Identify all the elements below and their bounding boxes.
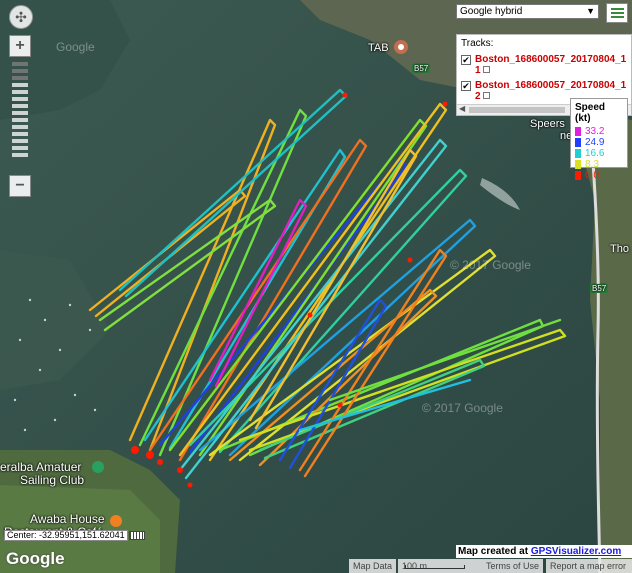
zoom-out-button[interactable]: − xyxy=(9,175,31,197)
external-link-icon[interactable] xyxy=(482,66,490,73)
map-type-value: Google hybrid xyxy=(460,6,523,17)
legend-swatch xyxy=(575,127,581,136)
road-shield-b57-right: B57 xyxy=(590,284,609,293)
legend-label: 16.6 xyxy=(585,148,605,159)
map-type-select[interactable]: Google hybrid ▼ xyxy=(456,4,599,19)
scroll-left-icon[interactable]: ◀ xyxy=(459,104,465,113)
pan-control[interactable]: ✣ xyxy=(9,5,33,29)
map-data-link[interactable]: Map Data xyxy=(349,559,397,573)
external-link-icon[interactable] xyxy=(482,92,490,99)
legend-label: 0.0 xyxy=(585,170,599,181)
map-label-speers: Speers xyxy=(530,118,565,130)
gpsvisualizer-link[interactable]: GPSVisualizer.com xyxy=(531,546,621,557)
map-label-tho: Tho xyxy=(610,243,629,255)
legend-swatch xyxy=(575,149,581,158)
track-checkbox[interactable]: ✔ xyxy=(461,81,471,91)
map-label-tab: TAB xyxy=(368,42,389,54)
menu-button[interactable] xyxy=(606,3,628,23)
track-suffix: 2 xyxy=(475,91,481,102)
track-checkbox[interactable]: ✔ xyxy=(461,55,471,65)
zoom-slider[interactable] xyxy=(12,62,28,172)
track-name[interactable]: Boston_168600057_20170804_1 xyxy=(475,80,631,91)
zoom-in-button[interactable]: + xyxy=(9,35,31,57)
center-coordinates: Center: -32.95951,151.62041 xyxy=(4,530,128,541)
map-canvas[interactable]: TAB B57 B57 Speers ne Esp Tho eralba Ama… xyxy=(0,0,632,573)
copyright-watermark-2: © 2017 Google xyxy=(422,401,503,415)
legend-swatch xyxy=(575,171,581,180)
map-label-sailing-club-1: eralba Amatuer xyxy=(0,460,82,474)
scrollbar-thumb[interactable] xyxy=(469,107,565,113)
tracks-title: Tracks: xyxy=(461,38,494,49)
legend-label: 8.3 xyxy=(585,159,599,170)
track-item[interactable]: ✔ Boston_168600057_20170804_1 1 xyxy=(457,54,631,78)
created-by: Map created at GPSVisualizer.com xyxy=(456,545,632,558)
scale-bar xyxy=(405,565,465,569)
speed-legend: Speed (kt) 33.2 24.9 16.6 8.3 0.0 xyxy=(570,98,628,181)
compass-pan-icon: ✣ xyxy=(15,8,27,25)
legend-swatch xyxy=(575,160,581,169)
terms-link[interactable]: Terms of Use xyxy=(482,559,544,573)
legend-entry: 0.0 xyxy=(575,170,623,181)
road-shield-b57: B57 xyxy=(412,64,431,73)
legend-entry: 8.3 xyxy=(575,159,623,170)
legend-swatch xyxy=(575,138,581,147)
track-suffix: 1 xyxy=(475,65,481,76)
track-name[interactable]: Boston_168600057_20170804_1 xyxy=(475,54,631,65)
ruler-icon[interactable] xyxy=(129,531,145,540)
report-error-link[interactable]: Report a map error xyxy=(546,559,632,573)
legend-entry: 24.9 xyxy=(575,137,623,148)
legend-label: 33.2 xyxy=(585,126,605,137)
hamburger-menu-icon xyxy=(610,8,624,10)
legend-label: 24.9 xyxy=(585,137,605,148)
legend-title: Speed (kt) xyxy=(575,102,606,124)
google-logo: Google xyxy=(6,549,65,568)
map-label-awaba-1: Awaba House xyxy=(30,512,105,526)
map-label-sailing-club-2: Sailing Club xyxy=(20,473,85,487)
legend-entry: 33.2 xyxy=(575,126,623,137)
legend-entry: 16.6 xyxy=(575,148,623,159)
copyright-watermark-1: © 2017 Google xyxy=(450,258,531,272)
google-watermark: Google xyxy=(56,40,95,54)
created-prefix: Map created at xyxy=(458,546,531,557)
chevron-down-icon: ▼ xyxy=(586,6,595,16)
